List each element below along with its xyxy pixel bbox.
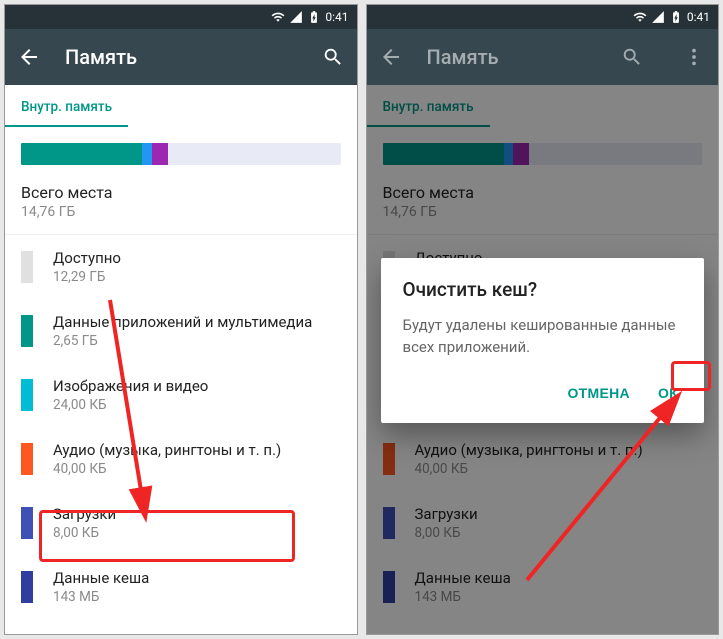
color-chip	[21, 315, 33, 347]
clear-cache-dialog: Очистить кеш? Будут удалены кешированные…	[381, 258, 705, 423]
row-title: Прочее	[53, 633, 341, 634]
app-bar: Память	[5, 29, 357, 85]
usage-segment	[168, 143, 341, 165]
clock-text: 0:41	[325, 10, 348, 24]
total-block: Всего места 14,76 ГБ	[5, 173, 357, 235]
back-icon[interactable]	[17, 45, 41, 69]
clock-text: 0:41	[687, 10, 710, 24]
phone-right: 0:41 Память Внутр. память Всего места 14…	[366, 4, 720, 635]
signal-icon	[651, 10, 665, 24]
total-label: Всего места	[21, 183, 341, 202]
battery-icon	[669, 10, 683, 24]
battery-icon	[307, 10, 321, 24]
color-chip	[21, 379, 33, 411]
dialog-message: Будут удалены кешированные данные всех п…	[403, 315, 683, 359]
storage-content: Внутр. память Всего места 14,76 ГБ Досту…	[5, 85, 357, 634]
row-title: Данные кеша	[53, 569, 341, 587]
color-chip	[21, 251, 33, 283]
storage-row-images[interactable]: Изображения и видео 24,00 КБ	[5, 363, 357, 427]
page-title: Память	[65, 45, 297, 69]
color-chip	[21, 571, 33, 603]
row-sub: 8,00 КБ	[53, 525, 341, 541]
usage-segment	[152, 143, 168, 165]
wifi-icon	[633, 10, 647, 24]
phone-left: 0:41 Память Внутр. память Всего места 14…	[4, 4, 358, 635]
dialog-title: Очистить кеш?	[403, 278, 683, 301]
back-icon	[379, 45, 403, 69]
color-chip	[21, 507, 33, 539]
dialog-actions: ОТМЕНА ОК	[403, 375, 683, 415]
storage-row-other[interactable]: Прочее173 МБ	[5, 619, 357, 634]
row-sub: 24,00 КБ	[53, 397, 341, 413]
storage-row-audio[interactable]: Аудио (музыка, рингтоны и т. п.) 40,00 КБ	[5, 427, 357, 491]
row-sub: 2,65 ГБ	[53, 333, 341, 349]
status-bar: 0:41	[5, 5, 357, 29]
row-sub: 40,00 КБ	[53, 461, 341, 477]
cancel-button[interactable]: ОТМЕНА	[563, 379, 633, 407]
row-title: Доступно	[53, 249, 341, 267]
usage-segment	[142, 143, 152, 165]
storage-row-available[interactable]: Доступно 12,29 ГБ	[5, 235, 357, 299]
usage-bar	[21, 143, 341, 165]
storage-row-cache[interactable]: Данные кеша 143 МБ	[5, 555, 357, 619]
row-title: Данные приложений и мультимедиа	[53, 313, 341, 331]
storage-row-apps[interactable]: Данные приложений и мультимедиа 2,65 ГБ	[5, 299, 357, 363]
wifi-icon	[271, 10, 285, 24]
total-value: 14,76 ГБ	[21, 204, 341, 220]
search-icon	[620, 45, 644, 69]
row-sub: 143 МБ	[53, 589, 341, 605]
row-title: Аудио (музыка, рингтоны и т. п.)	[53, 441, 341, 459]
tab-internal[interactable]: Внутр. память	[5, 85, 128, 127]
search-icon[interactable]	[321, 45, 345, 69]
row-title: Загрузки	[53, 505, 341, 523]
overflow-icon	[682, 45, 706, 69]
storage-row-downloads[interactable]: Загрузки 8,00 КБ	[5, 491, 357, 555]
usage-segment	[21, 143, 142, 165]
page-title: Память	[427, 45, 597, 69]
status-bar: 0:41	[367, 5, 719, 29]
app-bar: Память	[367, 29, 719, 85]
signal-icon	[289, 10, 303, 24]
row-sub: 12,29 ГБ	[53, 269, 341, 285]
color-chip	[21, 443, 33, 475]
row-title: Изображения и видео	[53, 377, 341, 395]
ok-button[interactable]: ОК	[654, 379, 682, 407]
